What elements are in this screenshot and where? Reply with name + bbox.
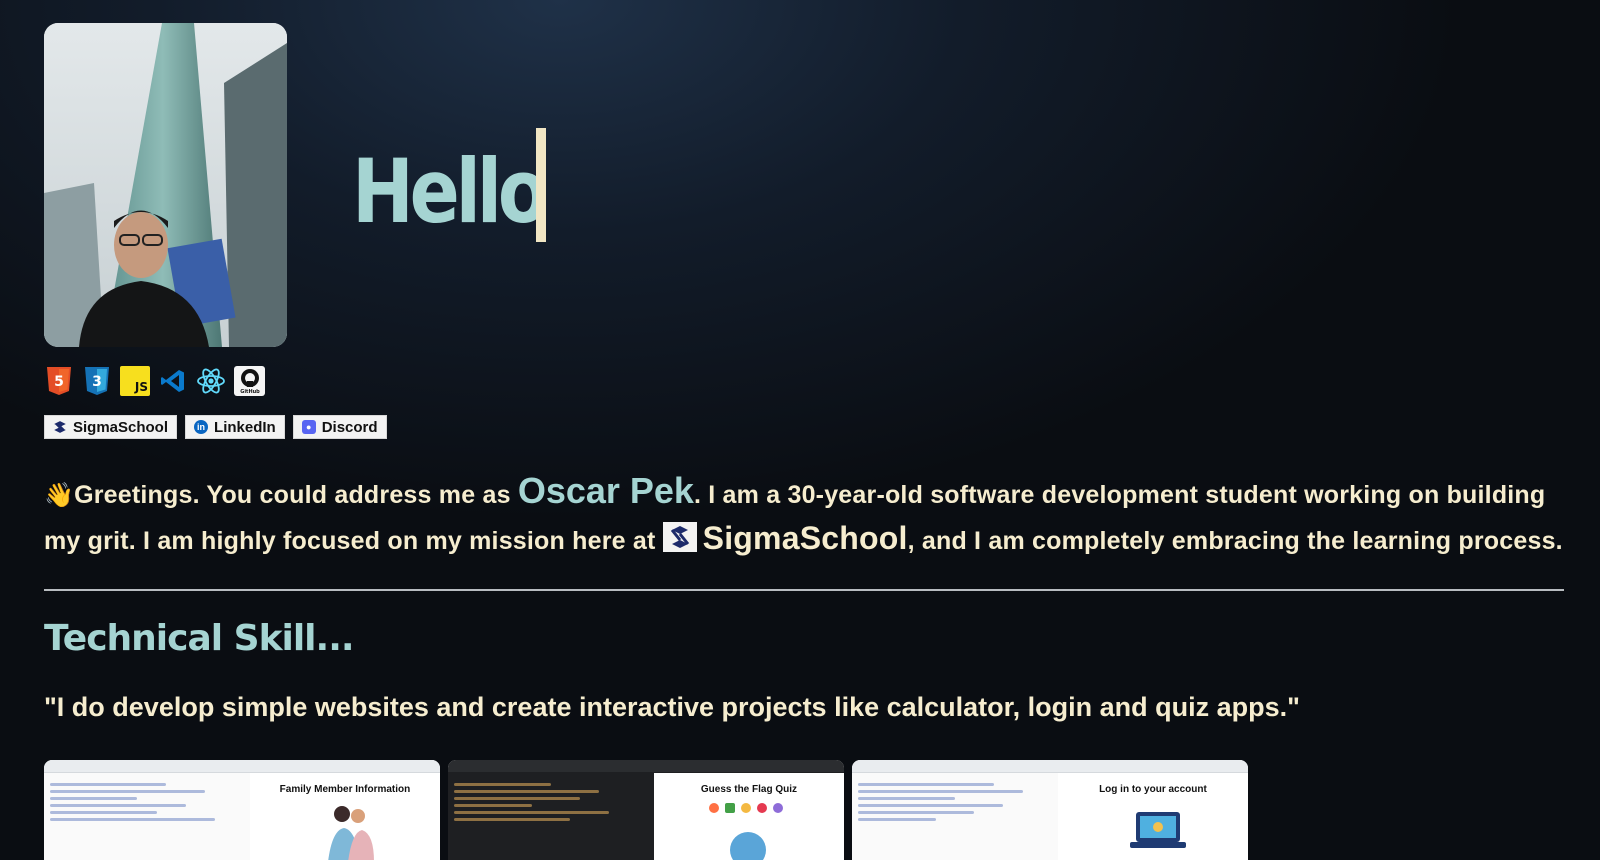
linkedin-icon: in xyxy=(194,420,209,434)
project-card-family[interactable]: Family Member Information xyxy=(44,760,440,860)
login-illustration-icon xyxy=(1130,812,1186,848)
project-card-login[interactable]: Log in to your account xyxy=(852,760,1248,860)
react-icon xyxy=(196,366,226,396)
section-divider xyxy=(44,589,1564,591)
author-name: Oscar Pek xyxy=(517,470,694,511)
html5-icon: 5 xyxy=(44,366,74,396)
profile-photo xyxy=(44,23,287,347)
discord-icon: ● xyxy=(301,420,316,434)
svg-text:3: 3 xyxy=(92,374,102,390)
social-badges: SigmaSchool in LinkedIn ● Discord xyxy=(44,415,387,439)
portfolio-page: Hello 5 3 JS GitHub SigmaSchool in Linke… xyxy=(0,0,1600,860)
project-title: Guess the Flag Quiz xyxy=(700,784,798,795)
intro-text-1: Greetings. You could address me as xyxy=(74,481,518,509)
javascript-icon-label: JS xyxy=(134,380,148,394)
intro-paragraph: 👋Greetings. You could address me as Osca… xyxy=(44,470,1564,562)
family-illustration-icon xyxy=(328,806,374,860)
sigmaschool-badge[interactable]: SigmaSchool xyxy=(44,415,178,439)
browser-bar xyxy=(44,760,440,773)
javascript-icon: JS xyxy=(120,366,150,396)
css3-icon: 3 xyxy=(82,366,112,396)
greeting-text: Hello xyxy=(352,140,549,243)
browser-bar xyxy=(852,760,1248,773)
code-editor-preview xyxy=(852,773,1058,860)
github-icon: GitHub xyxy=(234,366,265,396)
svg-text:5: 5 xyxy=(54,374,64,390)
project-title: Family Member Information xyxy=(279,784,411,795)
svg-text:GitHub: GitHub xyxy=(240,389,260,395)
linkedin-badge-label: LinkedIn xyxy=(214,418,276,436)
discord-badge-label: Discord xyxy=(321,418,378,436)
technical-skill-heading: Technical Skill... xyxy=(44,618,355,659)
intro-text-3: , and I am completely embracing the lear… xyxy=(907,527,1563,555)
school-name: SigmaSchool xyxy=(702,520,908,556)
wave-emoji: 👋 xyxy=(44,482,75,509)
code-editor-preview xyxy=(44,773,250,860)
sigmaschool-icon xyxy=(53,420,67,434)
vscode-icon xyxy=(158,366,188,396)
hero-greeting: Hello xyxy=(352,128,581,244)
project-card-flag-quiz[interactable]: Guess the Flag Quiz xyxy=(448,760,844,860)
skill-icons: 5 3 JS GitHub xyxy=(44,366,265,396)
sigmaschool-badge-label: SigmaSchool xyxy=(73,418,169,436)
quiz-emoji-icon xyxy=(709,803,783,860)
discord-badge[interactable]: ● Discord xyxy=(292,415,387,439)
linkedin-badge[interactable]: in LinkedIn xyxy=(185,415,285,439)
browser-bar xyxy=(448,760,844,773)
skills-quote: "I do develop simple websites and create… xyxy=(44,692,1300,722)
project-title: Log in to your account xyxy=(1099,784,1207,795)
typing-cursor xyxy=(536,128,546,242)
code-editor-preview xyxy=(448,773,654,860)
sigmaschool-logo-icon xyxy=(662,522,697,552)
project-gallery: Family Member Information Guess the Flag… xyxy=(44,760,1248,860)
